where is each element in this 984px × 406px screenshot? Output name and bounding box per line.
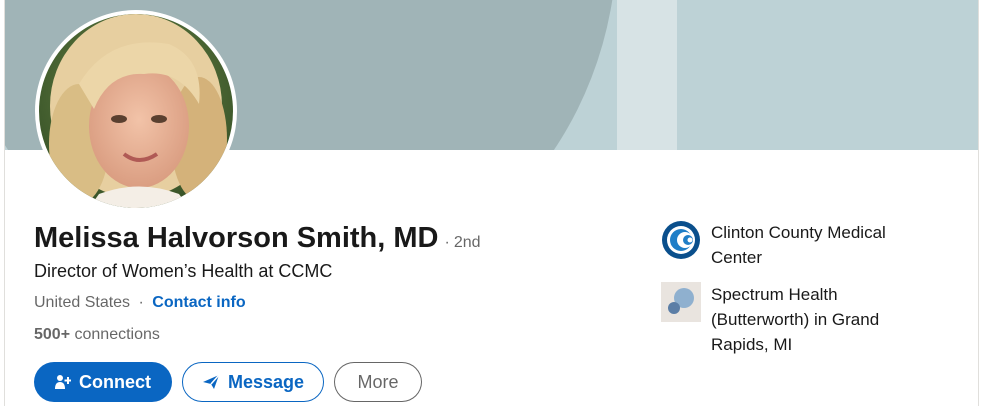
profile-card: Melissa Halvorson Smith, MD · 2nd Directo… xyxy=(4,0,979,406)
location-row: United States · Contact info xyxy=(34,294,246,312)
connections-number: 500+ xyxy=(34,326,71,343)
add-person-icon xyxy=(55,375,71,389)
avatar-image xyxy=(39,14,233,208)
send-icon xyxy=(202,374,220,389)
contact-info-link[interactable]: Contact info xyxy=(152,294,245,311)
organization-item[interactable]: Clinton County Medical Center xyxy=(661,220,961,270)
connections-label: connections xyxy=(74,326,160,343)
organizations-list: Clinton County Medical Center Spectrum H… xyxy=(661,220,961,369)
connections-count[interactable]: 500+ connections xyxy=(34,326,160,344)
spectrum-health-logo-icon xyxy=(661,282,701,322)
message-label: Message xyxy=(227,371,305,392)
organization-name: Spectrum Health (Butterworth) in Grand R… xyxy=(711,285,880,354)
profile-name: Melissa Halvorson Smith, MD xyxy=(34,222,439,254)
more-button[interactable]: More xyxy=(334,362,422,402)
connection-degree: · 2nd xyxy=(444,234,481,251)
connect-label: Connect xyxy=(79,371,151,392)
more-label: More xyxy=(357,371,399,392)
location-separator: · xyxy=(138,294,144,311)
ccmc-logo-icon xyxy=(661,220,701,260)
profile-photo[interactable] xyxy=(35,10,237,212)
profile-actions: Connect Message More xyxy=(34,362,422,402)
organization-name: Clinton County Medical Center xyxy=(711,223,886,267)
name-row: Melissa Halvorson Smith, MD · 2nd xyxy=(34,222,481,255)
location-text: United States xyxy=(34,294,131,311)
organization-item[interactable]: Spectrum Health (Butterworth) in Grand R… xyxy=(661,282,961,357)
profile-headline: Director of Women’s Health at CCMC xyxy=(34,261,333,281)
connect-button[interactable]: Connect xyxy=(34,362,172,402)
message-button[interactable]: Message xyxy=(182,362,324,402)
